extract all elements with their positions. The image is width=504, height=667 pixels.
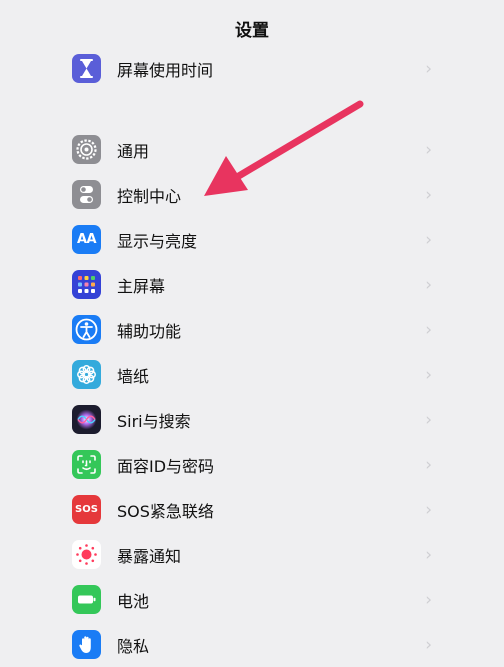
siri-icon: [72, 405, 101, 434]
settings-row-label: 隐私: [117, 636, 150, 656]
chevron-right-icon: ›: [425, 409, 432, 430]
text-size-glyph: AA: [76, 232, 97, 247]
text-size-icon: AA: [72, 225, 101, 254]
hand-icon: [72, 630, 101, 659]
settings-row-emergency-sos[interactable]: SOS SOS紧急联络 ›: [0, 487, 504, 532]
settings-row-label: 主屏幕: [117, 276, 166, 296]
chevron-right-icon: ›: [425, 364, 432, 385]
settings-row-label: 暴露通知: [117, 546, 182, 566]
chevron-right-icon: ›: [425, 319, 432, 340]
toggle-switches-icon: [72, 180, 101, 209]
settings-group-main: 通用 › 控制中心 › AA 显示与亮度 › 主屏幕 › 辅助功能 › 墙纸 ›…: [0, 127, 504, 667]
chevron-right-icon: ›: [425, 229, 432, 250]
chevron-right-icon: ›: [425, 544, 432, 565]
gear-icon: [72, 135, 101, 164]
chevron-right-icon: ›: [425, 139, 432, 160]
settings-row-siri[interactable]: Siri与搜索 ›: [0, 397, 504, 442]
settings-row-face-id[interactable]: 面容ID与密码 ›: [0, 442, 504, 487]
exposure-icon: [72, 540, 101, 569]
accessibility-icon: [72, 315, 101, 344]
settings-row-control-center[interactable]: 控制中心 ›: [0, 172, 504, 217]
settings-row-label: 显示与亮度: [117, 231, 198, 251]
settings-row-label: 通用: [117, 141, 150, 161]
settings-row-display[interactable]: AA 显示与亮度 ›: [0, 217, 504, 262]
chevron-right-icon: ›: [425, 274, 432, 295]
battery-icon: [72, 585, 101, 614]
flower-icon: [72, 360, 101, 389]
settings-row-privacy[interactable]: 隐私 ›: [0, 622, 504, 667]
face-id-icon: [72, 450, 101, 479]
settings-row-exposure[interactable]: 暴露通知 ›: [0, 532, 504, 577]
chevron-right-icon: ›: [425, 454, 432, 475]
settings-row-general[interactable]: 通用 ›: [0, 127, 504, 172]
chevron-right-icon: ›: [425, 184, 432, 205]
chevron-right-icon: ›: [425, 634, 432, 655]
settings-row-accessibility[interactable]: 辅助功能 ›: [0, 307, 504, 352]
hourglass-icon: [72, 54, 101, 83]
settings-row-label: 屏幕使用时间: [117, 60, 214, 80]
settings-row-wallpaper[interactable]: 墙纸 ›: [0, 352, 504, 397]
chevron-right-icon: ›: [425, 58, 432, 79]
settings-row-label: 墙纸: [117, 366, 150, 386]
settings-row-label: 面容ID与密码: [117, 456, 215, 476]
sos-glyph: SOS: [75, 504, 98, 515]
settings-group-screen-time: 屏幕使用时间 ›: [0, 46, 504, 91]
chevron-right-icon: ›: [425, 499, 432, 520]
chevron-right-icon: ›: [425, 589, 432, 610]
settings-row-home-screen[interactable]: 主屏幕 ›: [0, 262, 504, 307]
settings-row-label: Siri与搜索: [117, 411, 191, 431]
sos-icon: SOS: [72, 495, 101, 524]
settings-row-label: 辅助功能: [117, 321, 182, 341]
settings-row-screen-time[interactable]: 屏幕使用时间 ›: [0, 46, 504, 91]
settings-row-battery[interactable]: 电池 ›: [0, 577, 504, 622]
settings-row-label: 控制中心: [117, 186, 182, 206]
page-title: 设置: [235, 21, 269, 41]
settings-row-label: SOS紧急联络: [117, 501, 214, 521]
app-grid-icon: [72, 270, 101, 299]
settings-row-label: 电池: [117, 591, 150, 611]
